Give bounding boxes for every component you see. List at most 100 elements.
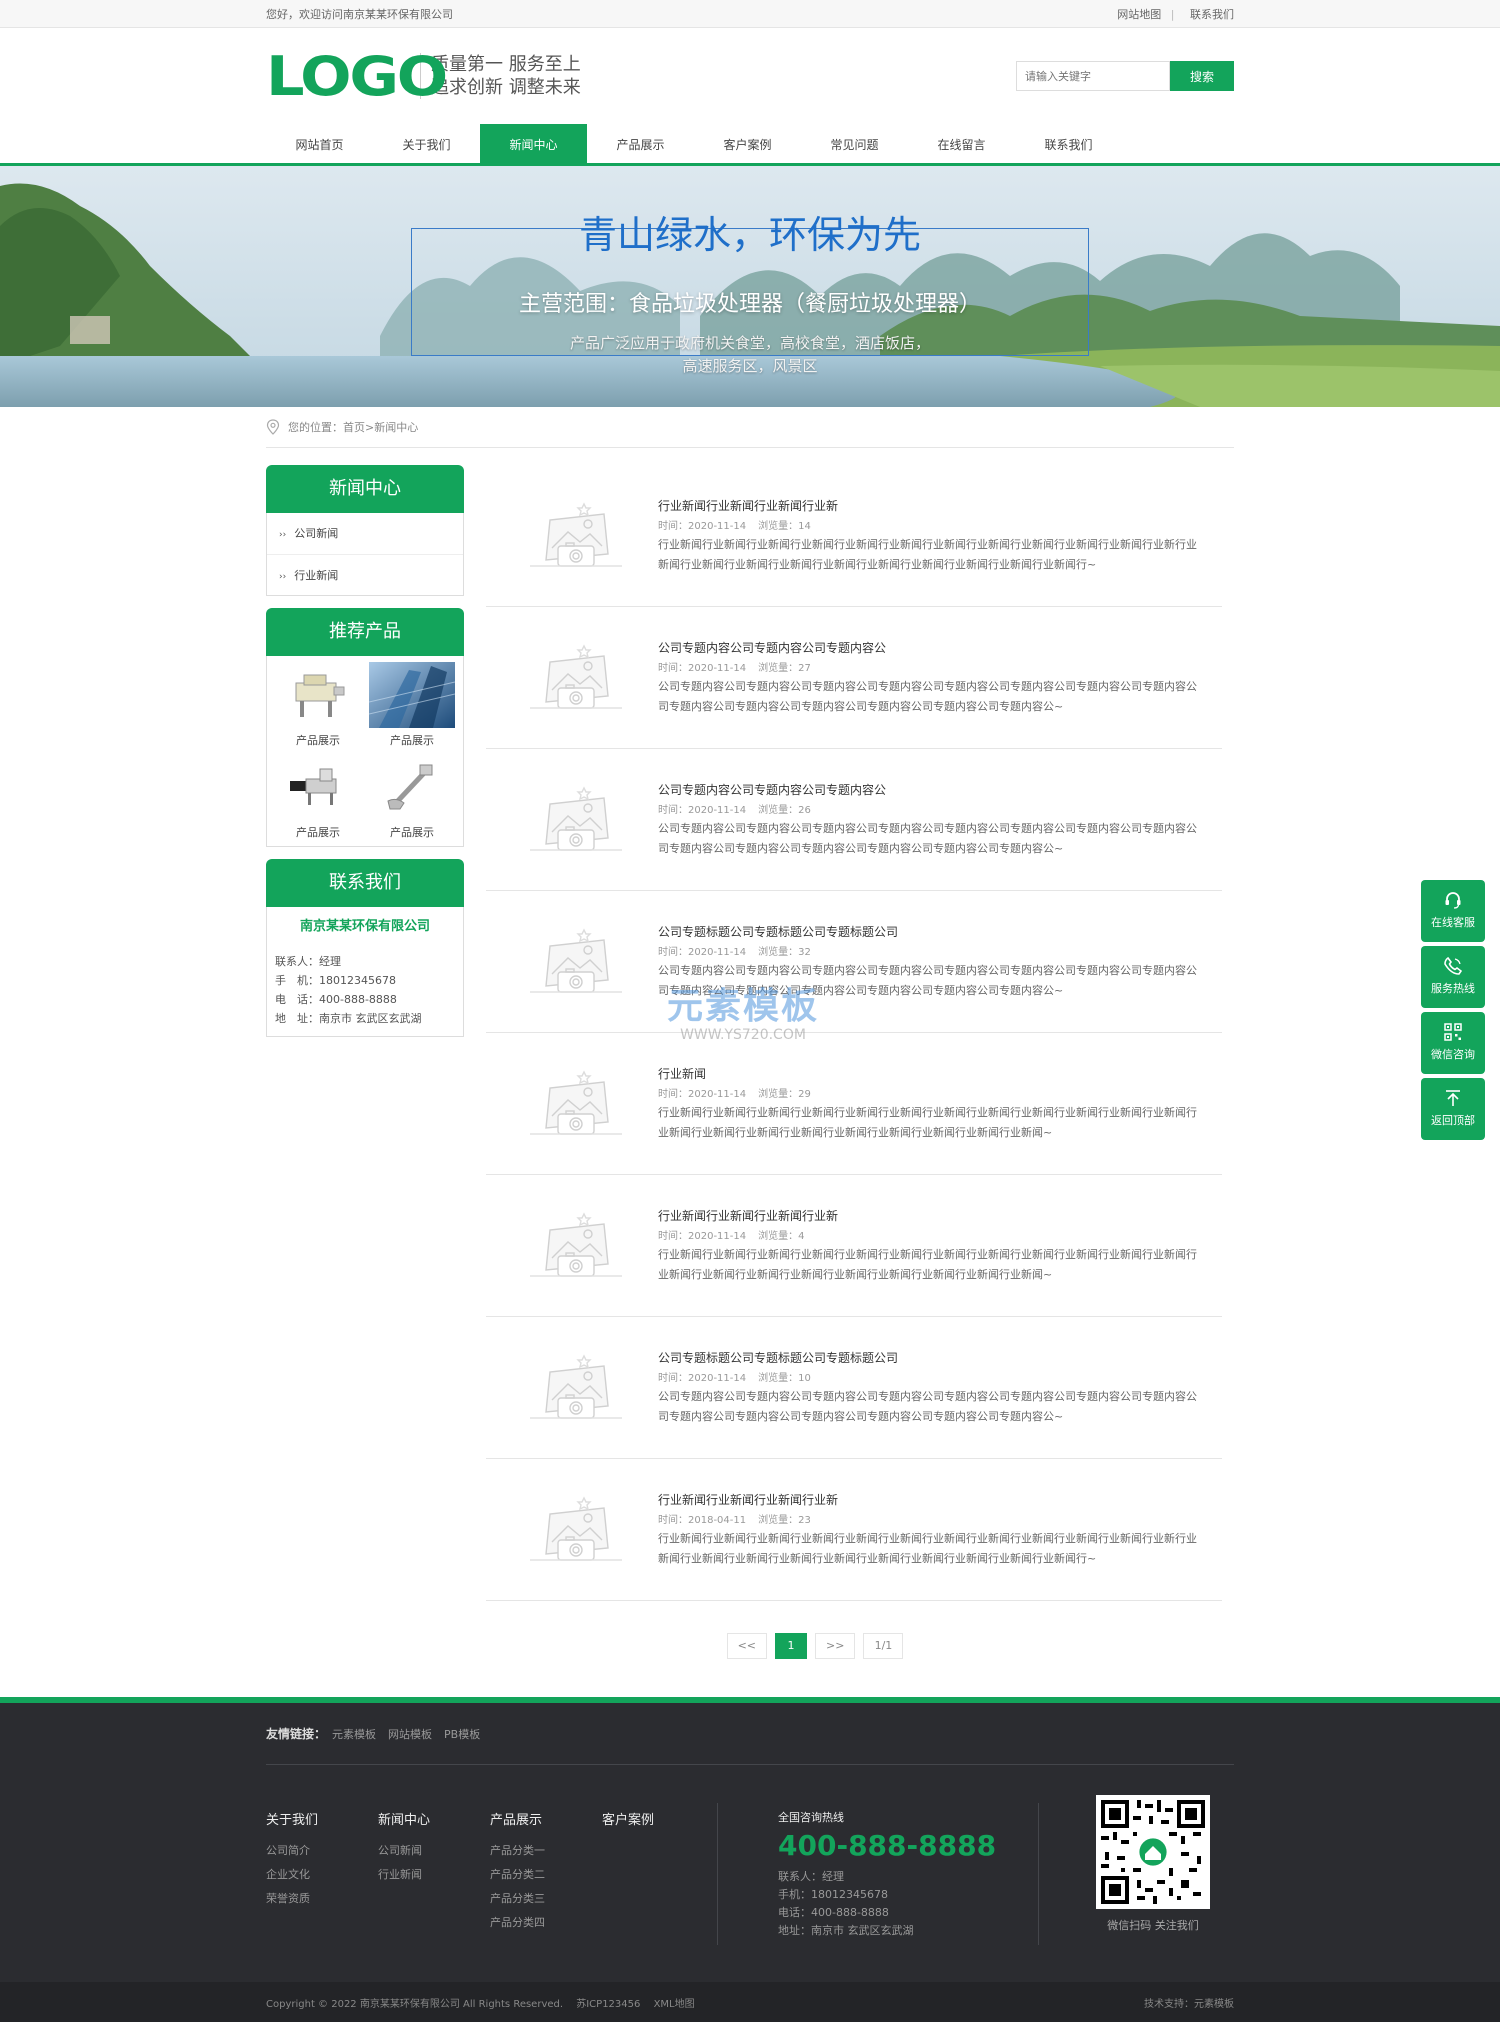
qrcode-image bbox=[1096, 1795, 1210, 1909]
news-item[interactable]: 行业新闻行业新闻行业新闻行业新 时间：2020-11-14 浏览量：4 行业新闻行业新… bbox=[486, 1175, 1222, 1317]
news-title[interactable]: 行业新闻行业新闻行业新闻行业新 bbox=[658, 1491, 1203, 1511]
pagination: << 1 >> 1/1 bbox=[408, 1633, 1222, 1659]
footer-link[interactable]: 企业文化 bbox=[266, 1866, 378, 1890]
footer-qrcode: 微信扫码 关注我们 bbox=[1096, 1765, 1210, 1987]
top-separator: | bbox=[1170, 7, 1175, 21]
product-card[interactable]: 产品展示 bbox=[271, 754, 365, 840]
xml-sitemap-link[interactable]: XML地图 bbox=[654, 1999, 695, 2010]
slogan-line-2: 追求创新 调整未来 bbox=[431, 77, 581, 98]
news-thumbnail[interactable] bbox=[496, 631, 656, 731]
nav-news[interactable]: 新闻中心 bbox=[480, 124, 587, 166]
news-body: 公司专题内容公司专题内容公司专题内容公 时间：2020-11-14 浏览量：26 公司… bbox=[658, 773, 1203, 859]
logo[interactable]: LOGO bbox=[266, 45, 448, 108]
news-item[interactable]: 公司专题标题公司专题标题公司专题标题公司 时间：2020-11-14 浏览量：32 公… bbox=[486, 891, 1222, 1033]
footer-link[interactable]: 产品分类四 bbox=[490, 1914, 602, 1938]
service-hotline-button[interactable]: 服务热线 bbox=[1421, 946, 1485, 1008]
friend-link[interactable]: 元素模板 bbox=[332, 1726, 376, 1742]
footer-col-products: 产品展示 产品分类一 产品分类二 产品分类三 产品分类四 bbox=[490, 1765, 602, 1987]
news-views: 浏览量：32 bbox=[758, 947, 811, 958]
friend-link[interactable]: 网站模板 bbox=[388, 1726, 432, 1742]
news-title[interactable]: 公司专题标题公司专题标题公司专题标题公司 bbox=[658, 923, 1203, 943]
tech-support-link[interactable]: 技术支持：元素模板 bbox=[1144, 1995, 1234, 2010]
category-industry-news[interactable]: ›› 行业新闻 bbox=[267, 554, 463, 595]
news-item[interactable]: 行业新闻行业新闻行业新闻行业新 时间：2020-11-14 浏览量：14 行业新闻行业… bbox=[486, 465, 1222, 607]
friend-link[interactable]: PB模板 bbox=[444, 1726, 480, 1742]
news-item[interactable]: 公司专题标题公司专题标题公司专题标题公司 时间：2020-11-14 浏览量：10 公… bbox=[486, 1317, 1222, 1459]
news-thumbnail[interactable] bbox=[496, 1483, 656, 1583]
category-label: 行业新闻 bbox=[294, 569, 339, 582]
news-thumbnail[interactable] bbox=[496, 1199, 656, 1299]
news-item[interactable]: 行业新闻行业新闻行业新闻行业新 时间：2018-04-11 浏览量：23 行业新闻行业… bbox=[486, 1459, 1222, 1601]
wechat-consult-button[interactable]: 微信咨询 bbox=[1421, 1012, 1485, 1074]
news-views: 浏览量：26 bbox=[758, 805, 811, 816]
next-page-button[interactable]: >> bbox=[815, 1633, 856, 1659]
footer-link[interactable]: 荣誉资质 bbox=[266, 1890, 378, 1914]
nav-products[interactable]: 产品展示 bbox=[587, 124, 694, 166]
news-meta: 时间：2020-11-14 浏览量：10 bbox=[658, 1369, 1203, 1387]
news-list: 行业新闻行业新闻行业新闻行业新 时间：2020-11-14 浏览量：14 行业新闻行业… bbox=[486, 465, 1222, 1659]
news-item[interactable]: 公司专题内容公司专题内容公司专题内容公 时间：2020-11-14 浏览量：27 公司… bbox=[486, 607, 1222, 749]
news-item[interactable]: 行业新闻 时间：2020-11-14 浏览量：29 行业新闻行业新闻行业新闻行业新闻行… bbox=[486, 1033, 1222, 1175]
top-contact-link[interactable]: 联系我们 bbox=[1190, 8, 1234, 21]
back-to-top-button[interactable]: 返回顶部 bbox=[1421, 1078, 1485, 1140]
news-title[interactable]: 行业新闻行业新闻行业新闻行业新 bbox=[658, 497, 1203, 517]
product-caption: 产品展示 bbox=[390, 826, 434, 839]
watermark-url: WWW.YS720.COM bbox=[680, 1027, 806, 1043]
footer-col-title[interactable]: 客户案例 bbox=[602, 1809, 717, 1828]
product-card[interactable]: 产品展示 bbox=[271, 662, 365, 748]
prev-page-button[interactable]: << bbox=[726, 1633, 767, 1659]
footer-col-title[interactable]: 产品展示 bbox=[490, 1809, 602, 1828]
footer-link[interactable]: 行业新闻 bbox=[378, 1866, 490, 1890]
footer-link[interactable]: 产品分类二 bbox=[490, 1866, 602, 1890]
news-thumbnail[interactable] bbox=[496, 773, 656, 873]
online-service-button[interactable]: 在线客服 bbox=[1421, 880, 1485, 942]
news-body: 行业新闻行业新闻行业新闻行业新 时间：2018-04-11 浏览量：23 行业新闻行业… bbox=[658, 1483, 1203, 1569]
copyright-text: Copyright © 2022 南京某某环保有限公司 All Rights R… bbox=[266, 1998, 564, 2010]
footer-contact-person: 联系人：经理 bbox=[778, 1870, 844, 1883]
news-time: 时间：2020-11-14 bbox=[658, 947, 747, 958]
phone-icon bbox=[1444, 956, 1463, 975]
footer-col-title[interactable]: 关于我们 bbox=[266, 1809, 378, 1828]
news-thumbnail[interactable] bbox=[496, 489, 656, 589]
footer-link[interactable]: 产品分类一 bbox=[490, 1842, 602, 1866]
search-input[interactable] bbox=[1016, 61, 1170, 91]
footer-hotline: 全国咨询热线 400-888-8888 联系人：经理 手机：1801234567… bbox=[778, 1765, 1038, 1987]
hotline-label: 全国咨询热线 bbox=[778, 1811, 844, 1824]
nav-home[interactable]: 网站首页 bbox=[266, 124, 373, 166]
nav-cases[interactable]: 客户案例 bbox=[694, 124, 801, 166]
news-title[interactable]: 行业新闻行业新闻行业新闻行业新 bbox=[658, 1207, 1203, 1227]
footer-contact-address: 地址：南京市 玄武区玄武湖 bbox=[778, 1924, 914, 1937]
category-company-news[interactable]: ›› 公司新闻 bbox=[267, 513, 463, 554]
footer-link[interactable]: 公司简介 bbox=[266, 1842, 378, 1866]
nav-faq[interactable]: 常见问题 bbox=[801, 124, 908, 166]
contact-person: 联系人：经理 bbox=[275, 955, 341, 968]
news-item[interactable]: 公司专题内容公司专题内容公司专题内容公 时间：2020-11-14 浏览量：26 公司… bbox=[486, 749, 1222, 891]
banner-desc-line-2: 高速服务区，风景区 bbox=[682, 357, 818, 375]
company-name: 南京某某环保有限公司 bbox=[299, 919, 430, 934]
footer-link[interactable]: 产品分类三 bbox=[490, 1890, 602, 1914]
contact-phone: 电 话：400-888-8888 bbox=[275, 993, 397, 1006]
footer-col-title[interactable]: 新闻中心 bbox=[378, 1809, 490, 1828]
nav-about[interactable]: 关于我们 bbox=[373, 124, 480, 166]
news-thumbnail[interactable] bbox=[496, 1341, 656, 1441]
footer: 友情链接： 元素模板 网站模板 PB模板 关于我们 公司简介 企业文化 荣誉资质… bbox=[0, 1697, 1500, 1982]
image-placeholder-icon bbox=[516, 1208, 636, 1291]
news-thumbnail[interactable] bbox=[496, 1057, 656, 1157]
product-card[interactable]: 产品展示 bbox=[365, 662, 459, 748]
product-card[interactable]: 产品展示 bbox=[365, 754, 459, 840]
news-title[interactable]: 公司专题内容公司专题内容公司专题内容公 bbox=[658, 781, 1203, 801]
float-label: 微信咨询 bbox=[1431, 1048, 1475, 1061]
news-title[interactable]: 行业新闻 bbox=[658, 1065, 1203, 1085]
news-body: 行业新闻行业新闻行业新闻行业新 时间：2020-11-14 浏览量：14 行业新闻行业… bbox=[658, 489, 1203, 575]
news-title[interactable]: 公司专题内容公司专题内容公司专题内容公 bbox=[658, 639, 1203, 659]
nav-message[interactable]: 在线留言 bbox=[908, 124, 1015, 166]
page-1-button[interactable]: 1 bbox=[775, 1633, 807, 1659]
footer-link[interactable]: 公司新闻 bbox=[378, 1842, 490, 1866]
sitemap-link[interactable]: 网站地图 bbox=[1117, 8, 1161, 21]
nav-contact[interactable]: 联系我们 bbox=[1015, 124, 1122, 166]
product-caption: 产品展示 bbox=[296, 826, 340, 839]
icp-link[interactable]: 苏ICP123456 bbox=[576, 1999, 640, 2010]
news-thumbnail[interactable] bbox=[496, 915, 656, 1015]
news-title[interactable]: 公司专题标题公司专题标题公司专题标题公司 bbox=[658, 1349, 1203, 1369]
search-button[interactable]: 搜索 bbox=[1170, 61, 1234, 91]
